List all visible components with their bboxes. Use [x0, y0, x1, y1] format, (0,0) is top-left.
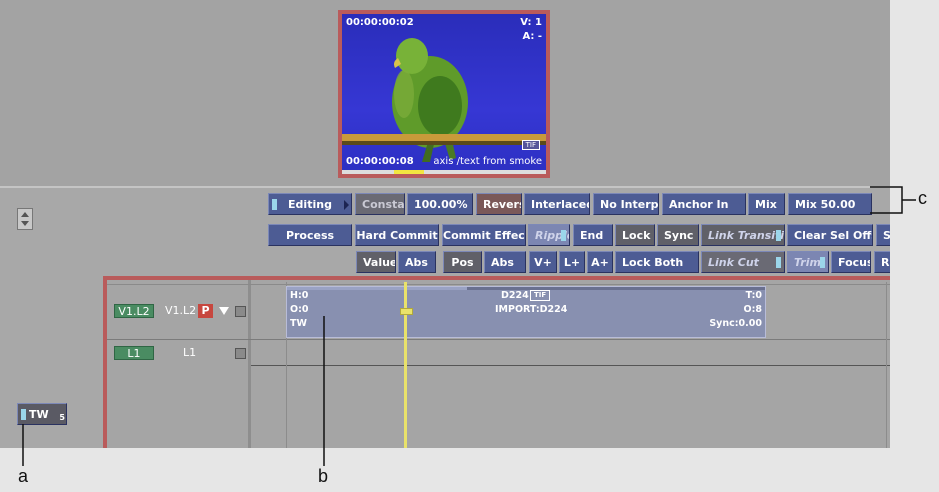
callout-b: b [318, 466, 329, 486]
callout-a: a [18, 466, 29, 486]
callout-lines [22, 186, 916, 466]
callout-c: c [918, 188, 927, 208]
